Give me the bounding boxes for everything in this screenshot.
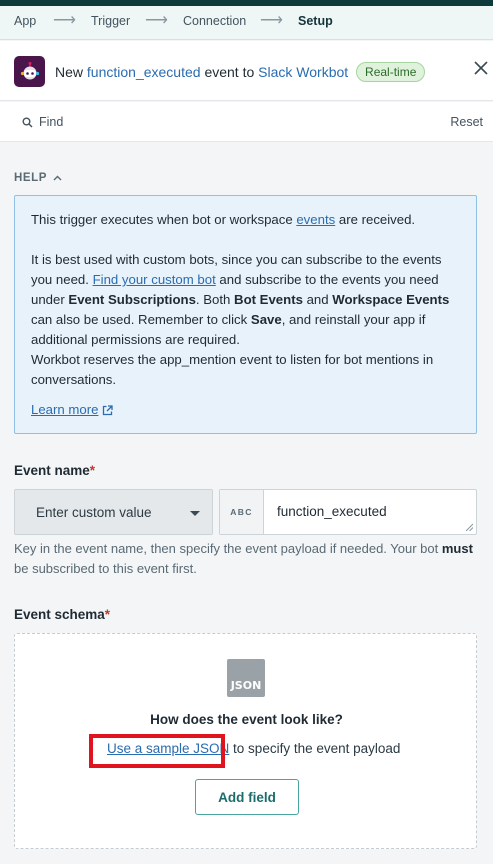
event-name-input[interactable]: ABC function_executed	[219, 489, 477, 535]
required-mark: *	[104, 607, 111, 622]
event-name-value: function_executed	[277, 504, 387, 519]
arrow-right-icon: ⟶	[53, 12, 76, 29]
event-name-hint: Key in the event name, then specify the …	[14, 541, 473, 576]
trigger-header: New function_executed event to Slack Wor…	[0, 41, 493, 101]
reset-button[interactable]: Reset	[450, 115, 483, 129]
help-paragraph: It is best used with custom bots, since …	[31, 252, 450, 347]
step-connection[interactable]: Connection	[183, 14, 246, 28]
title-prefix: New	[55, 64, 84, 80]
app-name-link[interactable]: Slack Workbot	[258, 64, 348, 80]
arrow-right-icon: ⟶	[145, 12, 168, 29]
title-middle: event to	[204, 64, 255, 80]
value-type-dropdown[interactable]: Enter custom value	[14, 489, 213, 535]
find-bar: Find Reset	[0, 102, 493, 142]
step-trigger[interactable]: Trigger	[91, 14, 130, 28]
step-app[interactable]: App	[14, 14, 36, 28]
help-paragraph: This trigger executes when bot or worksp…	[31, 212, 416, 227]
json-icon: JSON	[227, 659, 265, 697]
realtime-badge: Real-time	[356, 62, 426, 82]
resize-handle-icon[interactable]	[465, 523, 473, 531]
find-button[interactable]: Find	[22, 115, 63, 129]
learn-more-link[interactable]: Learn more	[31, 400, 114, 420]
highlight-box	[89, 734, 225, 768]
required-mark: *	[89, 463, 96, 478]
help-panel: This trigger executes when bot or worksp…	[14, 195, 477, 434]
search-icon	[22, 117, 33, 127]
close-icon[interactable]	[474, 61, 493, 81]
chevron-up-icon	[53, 175, 62, 181]
dropdown-value: Enter custom value	[36, 505, 152, 520]
trigger-title: New function_executed event to Slack Wor…	[55, 62, 426, 82]
external-link-icon	[103, 404, 114, 415]
step-setup[interactable]: Setup	[298, 14, 333, 28]
help-toggle[interactable]: HELP	[14, 172, 62, 184]
caret-down-icon	[190, 511, 200, 516]
find-custom-bot-link[interactable]: Find your custom bot	[93, 272, 216, 287]
event-name-label: Event name*	[14, 463, 96, 478]
text-type-badge: ABC	[220, 490, 264, 534]
wizard-stepper: App ⟶ Trigger ⟶ Connection ⟶ Setup	[0, 6, 493, 46]
event-schema-label: Event schema*	[14, 607, 111, 622]
slack-workbot-icon	[14, 56, 45, 87]
arrow-right-icon: ⟶	[260, 12, 283, 29]
add-field-button[interactable]: Add field	[195, 779, 299, 815]
help-paragraph: Workbot reserves the app_mention event t…	[31, 352, 434, 387]
event-schema-dropzone: JSON How does the event look like? Use a…	[14, 633, 477, 849]
help-label: HELP	[14, 172, 48, 184]
events-link[interactable]: events	[296, 212, 335, 227]
event-name-link[interactable]: function_executed	[87, 64, 201, 80]
find-label: Find	[39, 115, 64, 129]
schema-question: How does the event look like?	[150, 712, 343, 727]
